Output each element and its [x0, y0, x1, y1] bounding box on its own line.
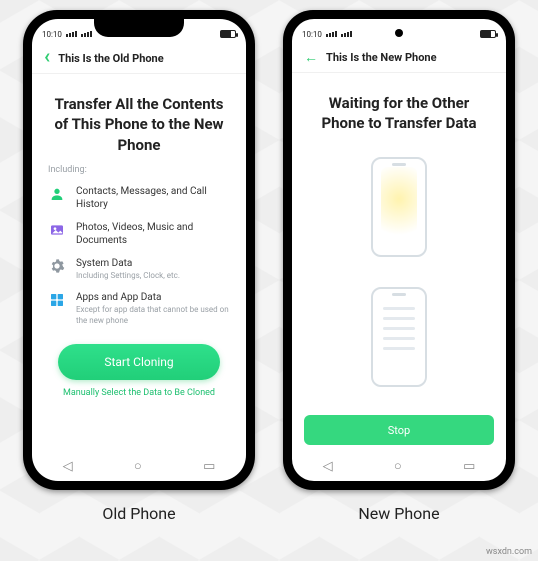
illustration-phone-target [371, 287, 427, 387]
signal-icon [326, 31, 337, 37]
page-title: This Is the Old Phone [58, 52, 163, 65]
contacts-icon [48, 185, 66, 203]
back-button[interactable] [304, 49, 318, 66]
nav-back-icon[interactable]: ◁ [63, 459, 73, 474]
signal-icon [81, 31, 92, 37]
list-item-title: System Data [76, 257, 180, 270]
nav-recent-icon[interactable]: ▭ [463, 459, 475, 474]
list-item-desc: Including Settings, Clock, etc. [76, 271, 180, 281]
device-caption: Old Phone [102, 504, 175, 523]
notch [94, 19, 184, 37]
battery-icon [220, 30, 236, 38]
settings-icon [48, 257, 66, 275]
including-label: Including: [48, 165, 230, 175]
list-item: Photos, Videos, Music and Documents [48, 221, 230, 247]
camera-punch [395, 29, 403, 37]
android-navbar: ◁ ○ ▭ [292, 451, 506, 481]
signal-icon [66, 31, 77, 37]
list-item: Contacts, Messages, and Call History [48, 185, 230, 211]
transfer-illustration [308, 144, 490, 408]
android-navbar: ◁ ○ ▭ [32, 451, 246, 481]
illustration-phone-source [371, 157, 427, 257]
divider [32, 73, 246, 74]
apps-icon [48, 291, 66, 309]
list-item: System Data Including Settings, Clock, e… [48, 257, 230, 281]
photos-icon [48, 221, 66, 239]
signal-icon [341, 31, 352, 37]
device-old-phone: 10:10 This Is the Old Phone Transfer All… [23, 10, 255, 490]
list-item-title: Apps and App Data [76, 291, 230, 304]
nav-recent-icon[interactable]: ▭ [203, 459, 215, 474]
divider [292, 72, 506, 73]
device-new-phone: 10:10 This Is the New Phone Waiting for … [283, 10, 515, 490]
start-cloning-button[interactable]: Start Cloning [58, 344, 220, 380]
headline: Transfer All the Contents of This Phone … [54, 94, 224, 155]
battery-icon [480, 30, 496, 38]
start-cloning-label: Start Cloning [104, 355, 173, 369]
list-item-desc: Except for app data that cannot be used … [76, 305, 230, 326]
status-time: 10:10 [302, 30, 322, 39]
list-item-title: Contacts, Messages, and Call History [76, 185, 230, 211]
watermark: wsxdn.com [486, 547, 532, 557]
list-item: Apps and App Data Except for app data th… [48, 291, 230, 326]
status-time: 10:10 [42, 30, 62, 39]
back-button[interactable] [44, 49, 50, 67]
nav-home-icon[interactable]: ○ [134, 458, 142, 474]
nav-home-icon[interactable]: ○ [394, 458, 402, 474]
device-caption: New Phone [358, 504, 439, 523]
nav-back-icon[interactable]: ◁ [323, 459, 333, 474]
manual-select-link[interactable]: Manually Select the Data to Be Cloned [48, 388, 230, 398]
headline: Waiting for the Other Phone to Transfer … [314, 93, 484, 134]
stop-label: Stop [388, 424, 410, 437]
page-title: This Is the New Phone [326, 51, 437, 64]
list-item-title: Photos, Videos, Music and Documents [76, 221, 230, 247]
stop-button[interactable]: Stop [304, 415, 494, 445]
